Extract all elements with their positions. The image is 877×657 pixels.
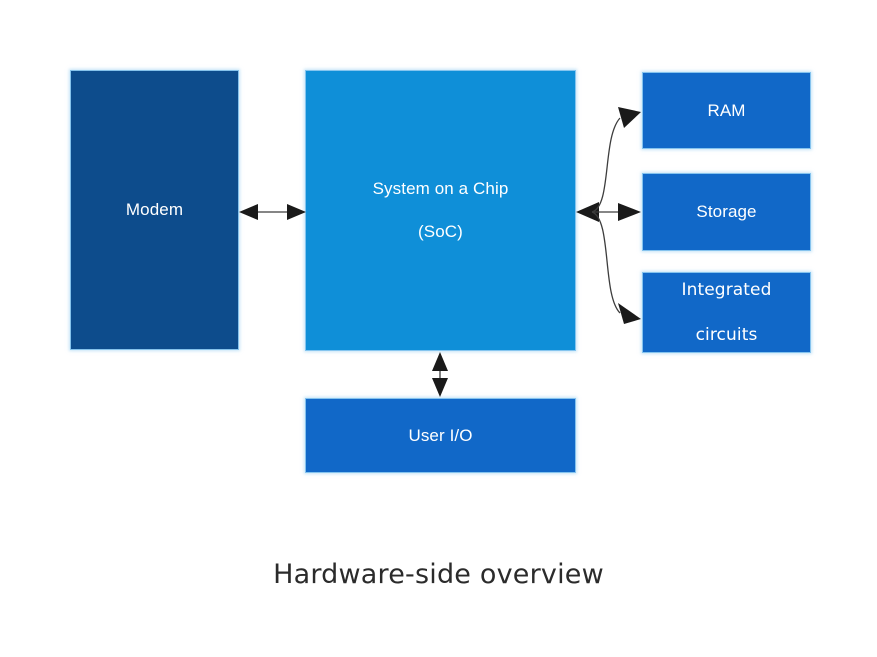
- node-user-io-label: User I/O: [408, 425, 473, 445]
- node-storage-label: Storage: [696, 202, 757, 222]
- node-modem[interactable]: Modem: [70, 70, 239, 350]
- node-soc-label: System on a Chip (SoC): [306, 178, 575, 243]
- connector-modem-soc: [239, 204, 306, 220]
- connector-soc-integrated-circuits: [591, 211, 641, 324]
- connector-soc-user-io: [432, 352, 448, 397]
- node-integrated-circuits[interactable]: Integrated circuits: [642, 272, 811, 353]
- node-integrated-circuits-label-line1: Integrated: [681, 280, 772, 301]
- diagram-canvas: Modem System on a Chip (SoC) RAM Storage …: [0, 0, 877, 657]
- node-integrated-circuits-label-line2: circuits: [695, 324, 758, 345]
- node-storage[interactable]: Storage: [642, 173, 811, 251]
- node-modem-label: Modem: [125, 200, 184, 220]
- connector-soc-storage: [592, 203, 641, 221]
- node-soc[interactable]: System on a Chip (SoC): [305, 70, 576, 351]
- diagram-title: Hardware-side overview: [273, 559, 604, 590]
- node-soc-label-line2: (SoC): [418, 222, 463, 242]
- node-soc-label-line1: System on a Chip: [372, 178, 509, 198]
- node-user-io[interactable]: User I/O: [305, 398, 576, 473]
- node-integrated-circuits-label: Integrated circuits: [643, 279, 810, 345]
- connector-soc-junction-arrowhead: [576, 202, 599, 222]
- connector-soc-ram: [591, 107, 641, 213]
- node-ram[interactable]: RAM: [642, 72, 811, 149]
- node-ram-label: RAM: [707, 100, 746, 120]
